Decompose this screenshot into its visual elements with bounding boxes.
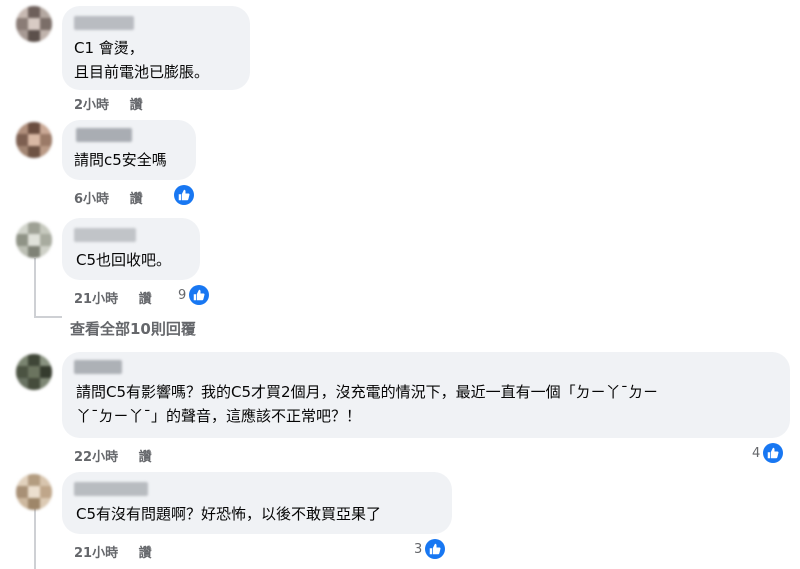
like-icon (174, 185, 194, 205)
avatar[interactable] (16, 6, 52, 42)
avatar[interactable] (16, 474, 52, 510)
thread-line (34, 316, 62, 318)
comment-time[interactable]: 21小時 (74, 288, 118, 307)
like-link[interactable]: 讚 (139, 446, 152, 465)
comment-time[interactable]: 6小時 (74, 188, 109, 207)
comment-meta: 21小時 讚 (74, 288, 152, 307)
commenter-name[interactable] (76, 128, 132, 142)
reaction-count: 9 (178, 287, 187, 303)
comment-time[interactable]: 2小時 (74, 94, 109, 113)
reaction-count: 3 (414, 541, 423, 557)
comment-text: C5也回收吧。 (76, 251, 172, 269)
comment-text: C1 會燙， 且目前電池已膨脹。 (74, 39, 210, 81)
like-link[interactable]: 讚 (139, 288, 152, 307)
commenter-name[interactable] (74, 360, 122, 374)
comment-meta: 21小時 讚 (74, 542, 152, 561)
comment-text: C5有沒有問題啊？好恐怖，以後不敢買亞果了 (76, 505, 382, 523)
comment-time[interactable]: 21小時 (74, 542, 118, 561)
comment-text: 請問C5有影響嗎？我的C5才買2個月，沒充電的情況下，最近一直有一個「ㄉㄧ丫ˉㄉ… (76, 383, 659, 425)
view-all-replies-link[interactable]: 查看全部10則回覆 (70, 318, 196, 339)
like-icon (189, 285, 210, 305)
comment-bubble: 請問c5安全嗎 (62, 120, 196, 180)
avatar[interactable] (16, 222, 52, 258)
comment-meta: 2小時 讚 (74, 94, 143, 113)
comment-text: 請問c5安全嗎 (74, 151, 167, 169)
like-link[interactable]: 讚 (139, 542, 152, 561)
like-icon (763, 443, 784, 463)
thread-line (34, 508, 36, 569)
reaction-summary[interactable]: 4 (752, 443, 784, 463)
comment-bubble: C1 會燙， 且目前電池已膨脹。 (62, 6, 250, 90)
commenter-name[interactable] (74, 482, 148, 496)
like-icon (425, 539, 446, 559)
comment-bubble: C5也回收吧。 (62, 218, 200, 280)
like-link[interactable]: 讚 (130, 94, 143, 113)
commenter-name[interactable] (74, 16, 134, 30)
like-link[interactable]: 讚 (130, 188, 143, 207)
comment-meta: 22小時 讚 (74, 446, 152, 465)
reaction-summary[interactable]: 3 (414, 539, 446, 559)
commenter-name[interactable] (74, 228, 136, 242)
reaction-summary[interactable]: 9 (178, 285, 210, 305)
avatar[interactable] (16, 354, 52, 390)
reaction-count: 4 (752, 445, 761, 461)
avatar[interactable] (16, 122, 52, 158)
thread-line (34, 258, 36, 318)
reaction-summary[interactable] (174, 185, 194, 205)
comment-bubble: C5有沒有問題啊？好恐怖，以後不敢買亞果了 (62, 472, 452, 534)
comment-bubble: 請問C5有影響嗎？我的C5才買2個月，沒充電的情況下，最近一直有一個「ㄉㄧ丫ˉㄉ… (62, 352, 790, 438)
comment-time[interactable]: 22小時 (74, 446, 118, 465)
comment-meta: 6小時 讚 (74, 188, 143, 207)
